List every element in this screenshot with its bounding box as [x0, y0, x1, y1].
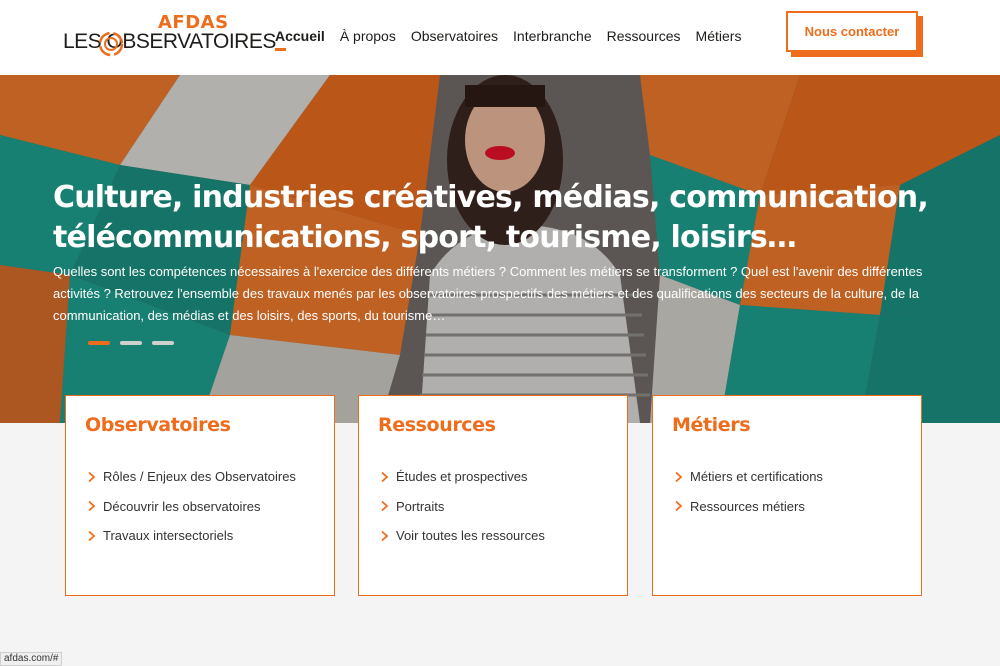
card-title: Métiers: [672, 414, 751, 436]
main-nav: Accueil À propos Observatoires Interbran…: [275, 28, 756, 51]
chevron-right-icon: [675, 471, 683, 482]
nav-observatoires[interactable]: Observatoires: [411, 28, 498, 44]
nav-ressources[interactable]: Ressources: [607, 28, 681, 44]
card-link-label: Rôles / Enjeux des Observatoires: [103, 469, 296, 485]
chevron-right-icon: [381, 530, 389, 541]
card-link-label: Études et prospectives: [396, 469, 528, 485]
card-link[interactable]: Portraits: [379, 492, 545, 522]
card-link[interactable]: Ressources métiers: [673, 492, 823, 522]
contact-button[interactable]: Nous contacter: [786, 11, 918, 52]
nav-accueil[interactable]: Accueil: [275, 28, 325, 51]
card-links: Études et prospectives Portraits Voir to…: [379, 462, 545, 551]
carousel-dot-2[interactable]: [120, 341, 142, 345]
chevron-right-icon: [675, 501, 683, 512]
card-link[interactable]: Rôles / Enjeux des Observatoires: [86, 462, 296, 492]
card-link-label: Travaux intersectoriels: [103, 528, 234, 544]
card-link[interactable]: Métiers et certifications: [673, 462, 823, 492]
carousel-dot-3[interactable]: [152, 341, 174, 345]
chevron-right-icon: [381, 471, 389, 482]
card-links: Rôles / Enjeux des Observatoires Découvr…: [86, 462, 296, 551]
carousel-dots: [88, 341, 174, 345]
ring-icon: [98, 31, 124, 57]
nav-metiers[interactable]: Métiers: [696, 28, 742, 44]
card-title: Observatoires: [85, 414, 231, 436]
card-link-label: Découvrir les observatoires: [103, 498, 261, 514]
chevron-right-icon: [381, 501, 389, 512]
card-title: Ressources: [378, 414, 496, 436]
status-bar-url: afdas.com/#: [0, 652, 63, 666]
chevron-right-icon: [88, 501, 96, 512]
card-link-label: Métiers et certifications: [690, 469, 823, 485]
site-header: AFDAS LES OBSERVATOIRES Accueil À propos…: [0, 0, 1000, 75]
card-link[interactable]: Découvrir les observatoires: [86, 492, 296, 522]
hero-banner: Culture, industries créatives, médias, c…: [0, 75, 1000, 423]
card-link[interactable]: Travaux intersectoriels: [86, 521, 296, 551]
card-link-label: Portraits: [396, 498, 445, 514]
chevron-right-icon: [88, 471, 96, 482]
carousel-dot-1[interactable]: [88, 341, 110, 345]
card-link-label: Voir toutes les ressources: [396, 528, 545, 544]
card-links: Métiers et certifications Ressources mét…: [673, 462, 823, 521]
nav-interbranche[interactable]: Interbranche: [513, 28, 592, 44]
card-observatoires: Observatoires Rôles / Enjeux des Observa…: [65, 395, 335, 596]
hero-title: Culture, industries créatives, médias, c…: [53, 180, 929, 255]
chevron-right-icon: [88, 530, 96, 541]
logo-text: LES OBSERVATOIRES: [63, 30, 276, 53]
site-logo[interactable]: AFDAS LES OBSERVATOIRES: [63, 12, 276, 60]
card-link[interactable]: Voir toutes les ressources: [379, 521, 545, 551]
card-link-label: Ressources métiers: [690, 498, 805, 514]
card-ressources: Ressources Études et prospectives Portra…: [358, 395, 628, 596]
card-metiers: Métiers Métiers et certifications Ressou…: [652, 395, 922, 596]
hero-description: Quelles sont les compétences nécessaires…: [53, 264, 923, 323]
card-link[interactable]: Études et prospectives: [379, 462, 545, 492]
nav-a-propos[interactable]: À propos: [340, 28, 396, 44]
